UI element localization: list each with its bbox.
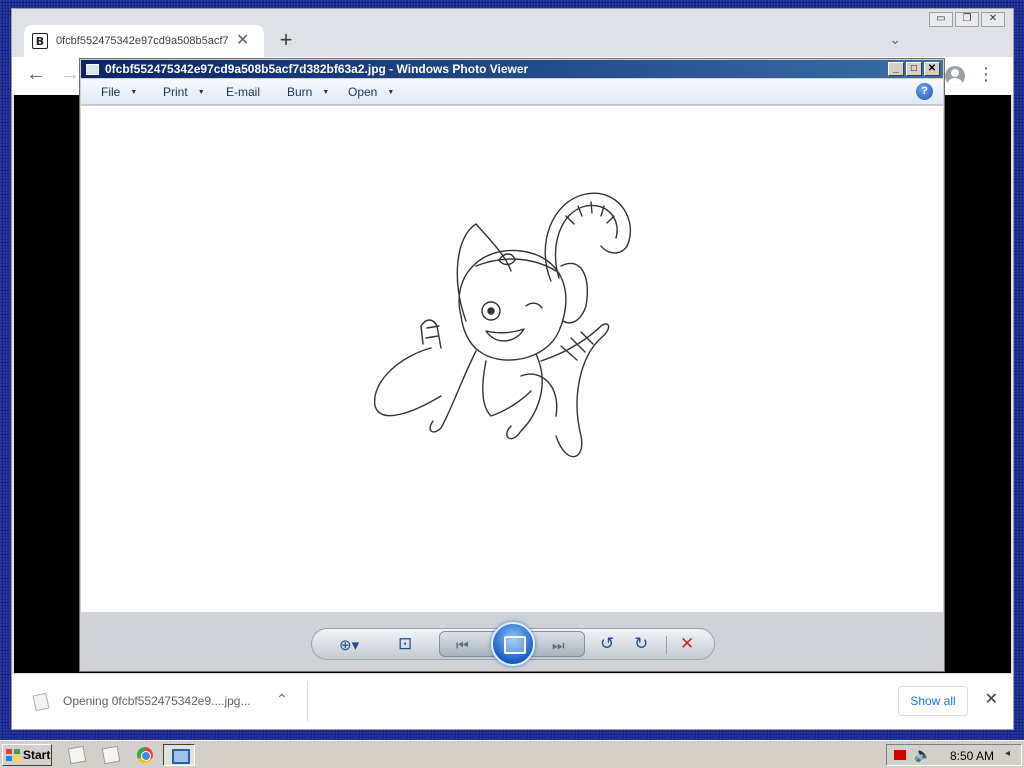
- tab-title: 0fcbf552475342e97cd9a508b5acf7: [56, 35, 229, 47]
- chrome-close-button[interactable]: ✕: [981, 12, 1005, 27]
- menu-open-caret-icon: ▼: [387, 88, 395, 96]
- photo-viewer-menubar: File ▼ Print ▼ E-mail Burn ▼ Open ▼ ?: [81, 79, 943, 105]
- help-icon[interactable]: ?: [916, 83, 933, 100]
- chrome-taskbar-icon[interactable]: [137, 747, 153, 763]
- character-sketch-image: [374, 192, 632, 458]
- start-label: Start: [23, 748, 51, 762]
- next-image-icon[interactable]: ⏭: [552, 637, 565, 654]
- photo-viewer-taskbar-button[interactable]: [163, 744, 195, 766]
- toolbar-divider: [666, 636, 667, 654]
- chrome-window-controls: ▭ ❐ ✕: [929, 12, 1005, 27]
- tray-expand-icon[interactable]: ◂: [1005, 748, 1010, 759]
- chrome-minimize-button[interactable]: ▭: [929, 12, 953, 27]
- chrome-restore-button[interactable]: ❐: [955, 12, 979, 27]
- menu-print-caret-icon: ▼: [197, 88, 205, 96]
- tray-flag-icon[interactable]: [894, 750, 906, 760]
- taskbar: Start 🔈 8:50 AM ◂: [0, 740, 1024, 768]
- menu-file-label: File: [101, 85, 121, 99]
- menu-open-label: Open: [348, 85, 378, 99]
- photo-viewer-window: 0fcbf552475342e97cd9a508b5acf7d382bf63a2…: [79, 58, 945, 672]
- quicklaunch-document-icon-2[interactable]: [101, 745, 121, 765]
- back-arrow-icon[interactable]: ←: [26, 63, 46, 86]
- slideshow-button[interactable]: [491, 622, 535, 666]
- photo-viewer-app-icon: [86, 63, 99, 75]
- menu-print-label: Print: [163, 85, 188, 99]
- download-file-icon: [32, 692, 50, 712]
- menu-print[interactable]: Print ▼: [163, 85, 205, 99]
- tab-favicon-icon: B: [32, 33, 48, 49]
- menu-email-label: E-mail: [226, 85, 261, 99]
- download-item-text[interactable]: Opening 0fcbf552475342e9....jpg...: [63, 694, 250, 708]
- browser-tab[interactable]: B 0fcbf552475342e97cd9a508b5acf7 ✕: [24, 25, 264, 57]
- photo-viewer-titlebar[interactable]: 0fcbf552475342e97cd9a508b5acf7d382bf63a2…: [81, 60, 943, 78]
- previous-image-icon[interactable]: ⏮: [456, 637, 469, 654]
- photo-viewer-maximize-button[interactable]: □: [906, 62, 922, 76]
- image-canvas: [81, 106, 943, 612]
- start-button[interactable]: Start: [2, 744, 52, 766]
- browser-menu-icon[interactable]: ⋮: [977, 64, 995, 85]
- show-all-button[interactable]: Show all: [898, 686, 968, 716]
- zoom-icon[interactable]: ⊕▾: [339, 636, 359, 654]
- system-tray: 🔈 8:50 AM ◂: [886, 744, 1022, 766]
- download-shelf-close-icon[interactable]: ✕: [985, 689, 998, 709]
- download-divider: [307, 682, 308, 722]
- download-shelf: Opening 0fcbf552475342e9....jpg... ⌃ Sho…: [12, 673, 1013, 729]
- tab-strip: B 0fcbf552475342e97cd9a508b5acf7 ✕ + ⌄ ▭…: [12, 9, 1013, 57]
- photo-viewer-controlbar: ⊕▾ ⊡ ⏮ ⏭ ↺ ↻ ✕: [81, 612, 943, 670]
- clock: 8:50 AM: [950, 749, 995, 763]
- profile-avatar-icon[interactable]: [945, 66, 965, 86]
- download-options-chevron-icon[interactable]: ⌃: [276, 691, 288, 708]
- menu-file[interactable]: File ▼: [101, 85, 137, 99]
- photo-viewer-window-controls: _ □ ✕: [888, 62, 940, 76]
- photo-viewer-close-button[interactable]: ✕: [924, 62, 940, 76]
- volume-icon[interactable]: 🔈: [914, 746, 931, 763]
- tab-search-chevron-icon[interactable]: ⌄: [889, 31, 901, 48]
- new-tab-button[interactable]: +: [274, 29, 298, 53]
- menu-email[interactable]: E-mail: [226, 85, 260, 99]
- rotate-clockwise-icon[interactable]: ↻: [634, 634, 648, 654]
- quicklaunch-document-icon[interactable]: [67, 745, 87, 765]
- rotate-counterclockwise-icon[interactable]: ↺: [600, 634, 614, 654]
- menu-burn[interactable]: Burn ▼: [287, 85, 329, 99]
- delete-icon[interactable]: ✕: [680, 634, 694, 654]
- photo-viewer-minimize-button[interactable]: _: [888, 62, 904, 76]
- tab-close-icon[interactable]: ✕: [236, 33, 249, 49]
- menu-burn-label: Burn: [287, 85, 313, 99]
- forward-arrow-icon[interactable]: →: [60, 63, 80, 86]
- photo-viewer-title: 0fcbf552475342e97cd9a508b5acf7d382bf63a2…: [105, 62, 529, 76]
- windows-logo-icon: [6, 749, 20, 761]
- menu-burn-caret-icon: ▼: [322, 88, 330, 96]
- menu-file-caret-icon: ▼: [130, 88, 138, 96]
- fit-to-window-icon[interactable]: ⊡: [398, 634, 412, 654]
- menu-open[interactable]: Open ▼: [348, 85, 394, 99]
